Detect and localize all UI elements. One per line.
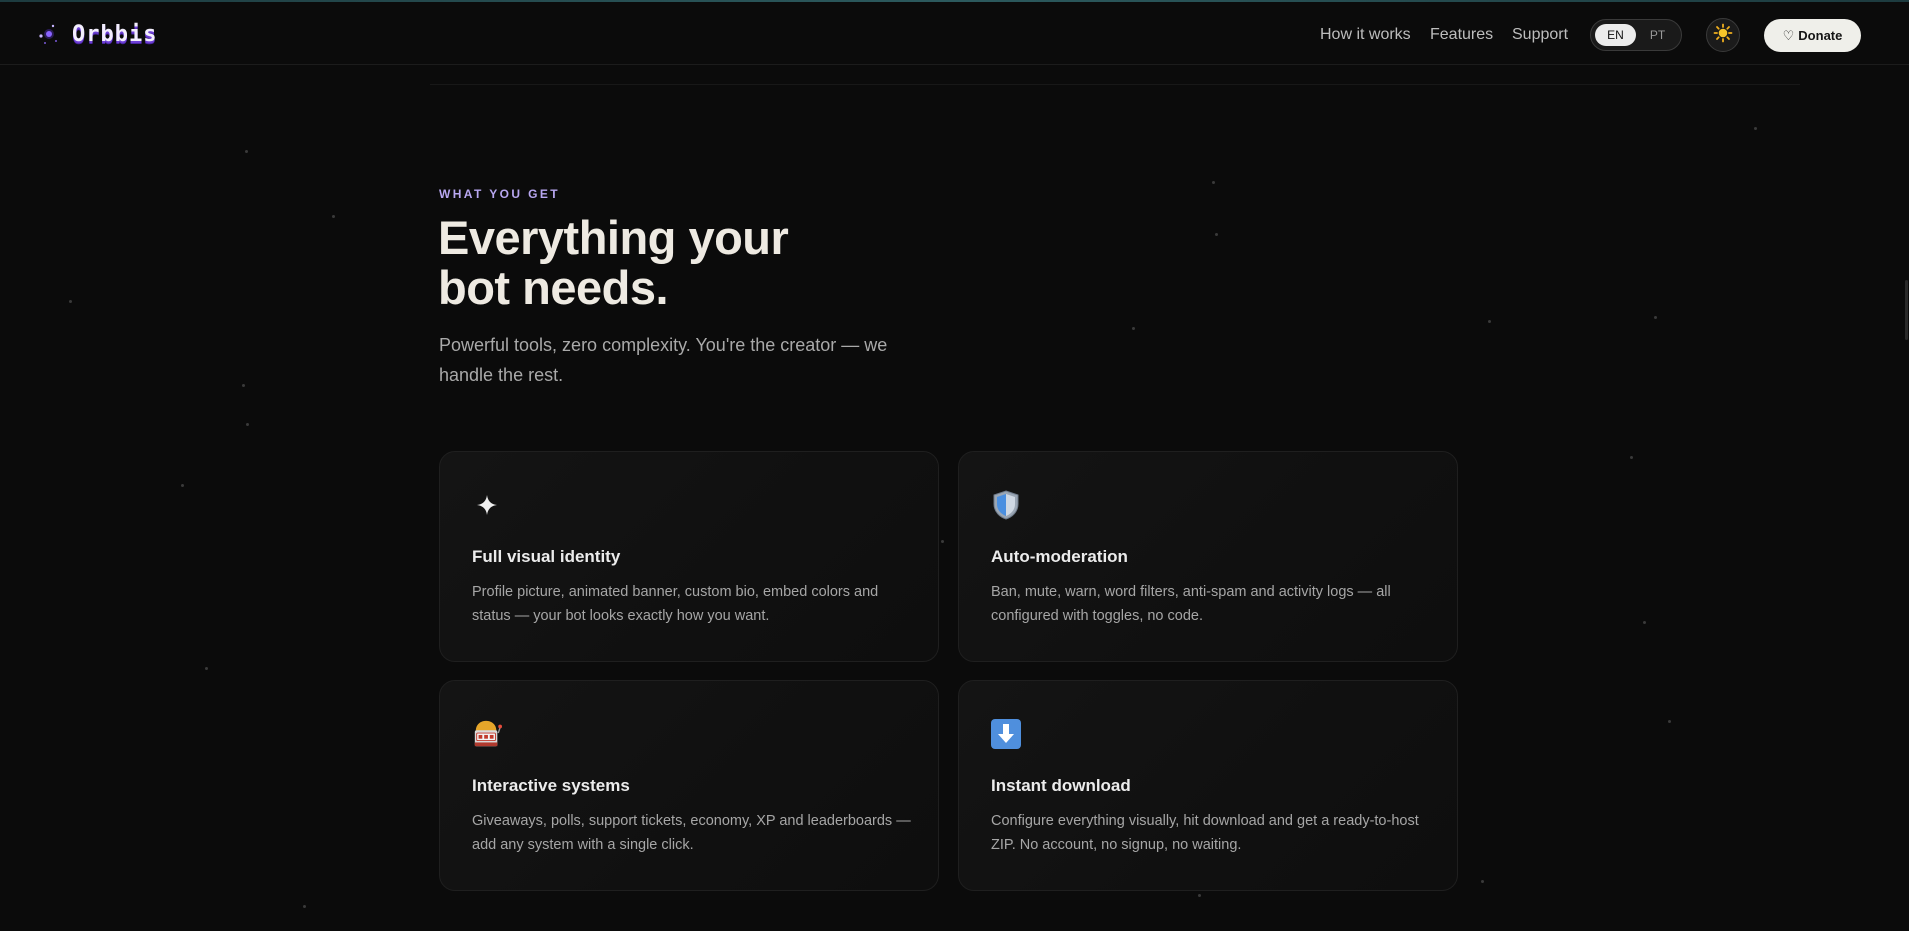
starfield-background [0,0,1909,931]
nav-how-it-works[interactable]: How it works [1320,26,1411,44]
scrollbar-thumb[interactable] [1905,280,1908,340]
language-toggle: EN PT [1590,19,1682,51]
lang-pt-button[interactable]: PT [1637,24,1678,46]
feature-card-instant-download: Instant download Configure everything vi… [958,680,1458,891]
slot-machine-icon [472,719,502,749]
headline-line-1: Everything your [438,211,789,264]
orbit-logo-icon [36,21,62,47]
feature-description: Configure everything visually, hit downl… [991,813,1419,853]
site-header: Orbbis How it works Features Support EN … [0,2,1909,65]
donate-label: Donate [1798,28,1843,43]
shield-icon [991,490,1021,520]
section-subhead: Powerful tools, zero complexity. You're … [439,335,888,385]
feature-description: Profile picture, animated banner, custom… [472,584,879,624]
nav-support[interactable]: Support [1512,26,1568,44]
section-divider [430,84,1800,85]
section-eyebrow: WHAT YOU GET [439,187,561,201]
feature-card-visual-identity: Full visual identity Profile picture, an… [439,451,939,662]
feature-card-interactive-systems: Interactive systems Giveaways, polls, su… [439,680,939,891]
feature-description: Giveaways, polls, support tickets, econo… [472,813,911,853]
feature-title: Auto-moderation [991,547,1128,566]
lang-en-button[interactable]: EN [1595,24,1636,46]
feature-card-auto-moderation: Auto-moderation Ban, mute, warn, word fi… [958,451,1458,662]
feature-title: Interactive systems [472,776,630,795]
brand-name: Orbbis [72,21,158,47]
feature-title: Instant download [991,776,1131,795]
sparkle-icon [472,490,502,520]
feature-title: Full visual identity [472,547,621,566]
donate-button[interactable]: ♡ Donate [1764,19,1861,52]
headline-line-2: bot needs. [438,261,669,314]
nav-features[interactable]: Features [1430,26,1493,44]
feature-description: Ban, mute, warn, word filters, anti-spam… [991,584,1391,624]
section-headline: Everything your bot needs. [438,213,958,313]
download-arrow-icon [991,719,1021,749]
theme-toggle-button[interactable] [1706,18,1740,52]
sun-icon [1713,23,1733,48]
heart-outline-icon: ♡ [1782,27,1795,43]
brand-logo[interactable]: Orbbis [36,19,157,49]
